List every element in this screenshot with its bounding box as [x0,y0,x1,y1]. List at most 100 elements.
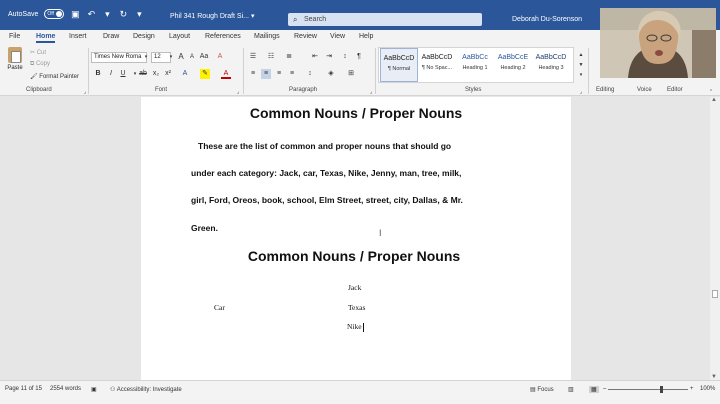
sort-icon[interactable]: ↕ [340,52,350,62]
status-bar: Page 11 of 15 2554 words ▣ ⚇ Accessibili… [0,380,720,404]
paste-button[interactable]: Paste [6,47,24,77]
cut-button[interactable]: ✂ Cut [30,49,46,56]
subscript-icon[interactable]: x₂ [151,69,161,79]
paragraph-group-label: Paragraph [289,87,318,93]
paragraph-line: These are the list of common and proper … [198,141,452,151]
i-beam-cursor-icon: I [379,228,382,238]
superscript-icon[interactable]: x² [163,69,173,79]
heading-common-proper-nouns: Common Nouns / Proper Nouns [249,105,463,121]
zoom-slider-thumb[interactable] [660,386,663,393]
style-heading-2[interactable]: AaBbCcE Heading 2 [494,48,532,82]
align-right-icon[interactable]: ≡ [274,69,284,79]
grow-font-icon[interactable]: A [176,52,186,62]
line-spacing-icon[interactable]: ↕ [305,69,315,79]
style-no-spacing[interactable]: AaBbCcD ¶ No Spac... [418,48,456,82]
collapse-ribbon-icon[interactable]: ⌃ [706,87,716,97]
style-heading-1[interactable]: AaBbCc Heading 1 [456,48,494,82]
style-name: ¶ Normal [387,66,411,72]
decrease-indent-icon[interactable]: ⇤ [310,52,320,62]
divider [88,48,89,94]
document-canvas[interactable]: Common Nouns / Proper Nouns These are th… [0,97,710,380]
paragraph-line: girl, Ford, Oreos, book, school, Elm Str… [191,195,463,205]
zoom-slider-track[interactable] [608,389,688,390]
zoom-level[interactable]: 100% [700,386,715,392]
increase-indent-icon[interactable]: ⇥ [324,52,334,62]
undo-icon[interactable]: ↶ [86,9,96,19]
scrollbar-thumb[interactable] [712,290,718,298]
autosave-state: Off [47,11,54,17]
document-title[interactable]: Phil 341 Rough Draft Si... ▾ [170,12,254,20]
print-layout-icon[interactable]: ▦ [589,386,599,393]
strikethrough-icon[interactable]: ab [138,69,148,79]
font-launcher-icon[interactable]: ⌟ [233,87,243,97]
bullets-icon[interactable]: ☰ [248,52,258,62]
format-painter-button[interactable]: 🖌 Format Painter [30,73,79,80]
styles-more-icon[interactable]: ▾ [576,70,586,80]
style-normal[interactable]: AaBbCcD ¶ Normal [380,48,418,82]
focus-mode-button[interactable]: ▤ Focus [530,386,554,393]
redo-icon[interactable]: ↻ [118,9,128,19]
style-heading-3[interactable]: AaBbCcD Heading 3 [532,48,570,82]
clear-formatting-icon[interactable]: A [215,52,225,62]
font-name-select[interactable]: Times New Roma [91,52,147,63]
show-formatting-icon[interactable]: ¶ [354,52,364,62]
tab-mailings[interactable]: Mailings [254,33,280,40]
tab-file[interactable]: File [9,33,20,40]
divider [243,48,244,94]
style-name: Heading 3 [538,65,564,71]
undo-dropdown-icon[interactable]: ▾ [102,9,112,19]
paragraph-line: Green. [191,223,218,233]
editing-group-label: Editing [596,87,615,93]
tab-view[interactable]: View [330,33,345,40]
zoom-in-icon[interactable]: + [690,386,694,392]
text-effects-icon[interactable]: A [180,69,190,79]
document-page[interactable]: Common Nouns / Proper Nouns These are th… [141,97,571,380]
proofing-icon[interactable]: ▣ [91,386,97,393]
zoom-out-icon[interactable]: – [603,386,606,392]
tab-insert[interactable]: Insert [69,33,87,40]
styles-scroll-up-icon[interactable]: ▲ [576,50,586,60]
tab-layout[interactable]: Layout [169,33,190,40]
style-sample: AaBbCcE [497,54,529,61]
borders-icon[interactable]: ⊞ [346,69,356,79]
justify-icon[interactable]: ≡ [287,69,297,79]
font-name-dropdown-icon[interactable]: ▾ [141,52,151,62]
styles-launcher-icon[interactable]: ⌟ [576,87,586,97]
customize-qat-icon[interactable]: ▾ [134,9,144,19]
copy-button[interactable]: ⧉ Copy [30,61,50,68]
tab-draw[interactable]: Draw [103,33,119,40]
accessibility-status[interactable]: ⚇ Accessibility: Investigate [110,386,182,393]
shading-icon[interactable]: ◈ [326,69,336,79]
search-icon: ⌕ [293,15,298,24]
align-center-icon[interactable]: ≡ [261,69,271,79]
paragraph-line: under each category: Jack, car, Texas, N… [191,168,462,178]
shrink-font-icon[interactable]: A [187,52,197,62]
align-left-icon[interactable]: ≡ [248,69,258,79]
vertical-scrollbar[interactable]: ▲ ▼ [710,97,720,380]
font-color-icon[interactable]: A [221,69,231,79]
tab-home[interactable]: Home [36,33,56,43]
multilevel-list-icon[interactable]: ≣ [284,52,294,62]
page-count[interactable]: Page 11 of 15 [5,386,42,392]
read-mode-icon[interactable]: ▥ [568,386,574,393]
tab-design[interactable]: Design [133,33,155,40]
user-name[interactable]: Deborah Du-Sorenson [512,16,582,23]
numbering-icon[interactable]: ☷ [266,52,276,62]
divider [375,48,376,94]
autosave-toggle[interactable]: Off [44,9,65,19]
change-case-icon[interactable]: Aa [199,52,209,62]
clipboard-icon [8,47,22,63]
word-count[interactable]: 2554 words [50,386,81,392]
italic-icon[interactable]: I [106,69,116,79]
styles-scroll-down-icon[interactable]: ▼ [576,60,586,70]
bold-icon[interactable]: B [93,69,103,79]
tab-references[interactable]: References [205,33,241,40]
scroll-up-icon[interactable]: ▲ [711,97,717,103]
save-icon[interactable]: ▣ [70,9,80,19]
tab-review[interactable]: Review [294,33,317,40]
highlight-icon[interactable]: ✎ [200,69,210,79]
tab-help[interactable]: Help [359,33,373,40]
search-input[interactable]: ⌕ Search [288,13,482,26]
font-size-dropdown-icon[interactable]: ▾ [166,52,176,62]
underline-icon[interactable]: U [118,69,128,79]
